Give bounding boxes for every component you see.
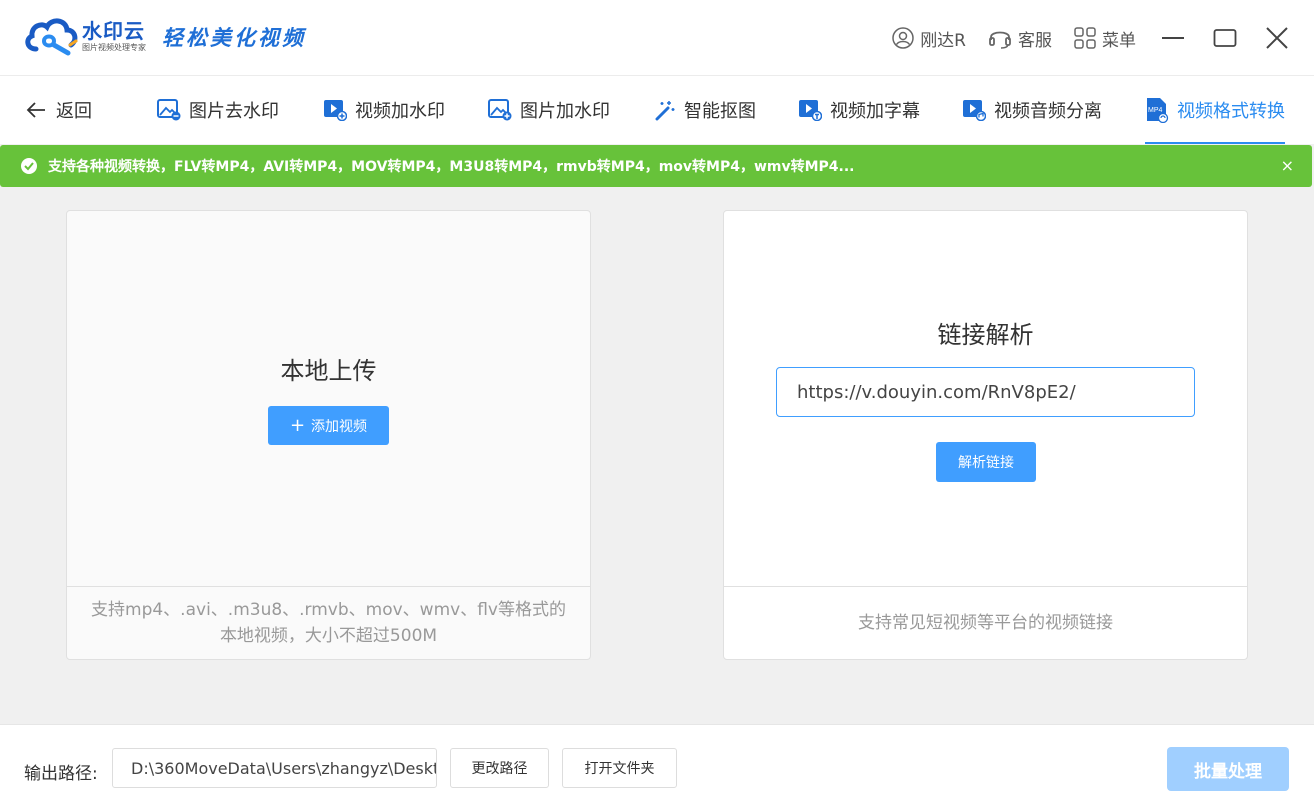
link-parse-title: 链接解析 (937, 321, 1034, 349)
app-slogan: 轻松美化视频 (162, 25, 306, 50)
service-label: 客服 (1018, 30, 1052, 51)
tab-label: 图片加水印 (520, 101, 610, 122)
user-account-button[interactable]: 刚达R (892, 26, 966, 51)
notice-text: 支持各种视频转换，FLV转MP4，AVI转MP4，MOV转MP4，M3U8转MP… (48, 159, 855, 175)
tab-label: 智能抠图 (684, 101, 756, 122)
tab-video-audio-split[interactable]: 视频音频分离 (962, 76, 1102, 144)
maximize-button[interactable] (1210, 23, 1240, 53)
back-label: 返回 (56, 101, 92, 122)
link-parse-panel: 链接解析 https://v.douyin.com/RnV8pE2/ 解析链接 … (723, 210, 1248, 660)
image-remove-icon (157, 99, 181, 121)
arrow-left-icon (26, 102, 45, 118)
plus-icon: + (289, 414, 306, 436)
grid-menu-icon (1074, 27, 1096, 49)
headset-icon (989, 31, 1011, 49)
menu-label: 菜单 (1102, 30, 1136, 51)
local-upload-hint: 支持mp4、.avi、.m3u8、.rmvb、mov、wmv、flv等格式的本地… (91, 600, 566, 646)
video-audio-icon (963, 100, 986, 121)
link-parse-hint: 支持常见短视频等平台的视频链接 (858, 613, 1113, 633)
user-name: 刚达R (920, 30, 966, 51)
app-logo: 水印云 图片视频处理专家 (24, 14, 146, 58)
video-add-icon (324, 100, 347, 121)
change-path-button[interactable]: 更改路径 (450, 748, 549, 788)
title-bar: 水印云 图片视频处理专家 轻松美化视频 刚达R 客服 菜单 (0, 0, 1314, 76)
magic-wand-icon (655, 101, 675, 121)
local-upload-panel: 本地上传 + 添加视频 支持mp4、.avi、.m3u8、.rmvb、mov、w… (66, 210, 591, 660)
bottom-bar: 输出路径: D:\360MoveData\Users\zhangyz\Deskt… (0, 724, 1314, 810)
video-url-input[interactable]: https://v.douyin.com/RnV8pE2/ (776, 367, 1195, 417)
tab-video-add-watermark[interactable]: 视频加水印 (323, 76, 445, 144)
tab-image-remove-watermark[interactable]: 图片去水印 (157, 76, 279, 144)
image-add-icon (488, 99, 512, 121)
minimize-icon (1162, 37, 1184, 39)
mp4-badge-text: MP4 (1148, 107, 1163, 114)
mp4-file-icon: MP4 (1147, 98, 1169, 123)
tab-label: 图片去水印 (189, 101, 279, 122)
batch-process-button[interactable]: 批量处理 (1167, 747, 1289, 791)
menu-button[interactable]: 菜单 (1074, 26, 1136, 51)
video-subtitle-icon (799, 100, 822, 121)
minimize-button[interactable] (1158, 23, 1188, 53)
maximize-icon (1213, 29, 1237, 47)
notice-close-button[interactable]: × (1281, 156, 1294, 175)
add-video-button[interactable]: + 添加视频 (268, 406, 389, 445)
user-icon (892, 27, 914, 49)
open-folder-button[interactable]: 打开文件夹 (562, 748, 677, 788)
parse-link-button[interactable]: 解析链接 (936, 442, 1036, 482)
tab-label: 视频加水印 (355, 101, 445, 122)
cloud-logo-icon (25, 18, 78, 56)
tab-label: 视频音频分离 (994, 101, 1102, 122)
close-icon (1266, 27, 1288, 49)
tab-label: 视频格式转换 (1177, 101, 1285, 122)
tab-label: 视频加字幕 (830, 101, 920, 122)
add-video-label: 添加视频 (311, 418, 368, 435)
output-path-label: 输出路径: (24, 764, 98, 784)
tab-video-format-convert[interactable]: MP4 视频格式转换 (1145, 76, 1285, 144)
back-button[interactable]: 返回 (26, 97, 92, 123)
tool-tabs-bar: 返回 图片去水印 视频加水印 图片加水印 智能抠图 视频加字幕 视频音频分离 M… (0, 76, 1314, 144)
app-subtitle: 图片视频处理专家 (82, 42, 146, 52)
customer-service-button[interactable]: 客服 (988, 26, 1052, 51)
check-circle-icon (21, 158, 37, 174)
app-name: 水印云 (82, 18, 145, 43)
local-upload-title: 本地上传 (280, 357, 377, 385)
tab-video-subtitle[interactable]: 视频加字幕 (798, 76, 920, 144)
close-window-button[interactable] (1262, 23, 1292, 53)
notice-banner: 支持各种视频转换，FLV转MP4，AVI转MP4，MOV转MP4，M3U8转MP… (0, 145, 1312, 187)
tab-smart-cutout[interactable]: 智能抠图 (654, 76, 756, 144)
output-path-field[interactable]: D:\360MoveData\Users\zhangyz\Desktop (112, 748, 437, 788)
tab-image-add-watermark[interactable]: 图片加水印 (488, 76, 610, 144)
